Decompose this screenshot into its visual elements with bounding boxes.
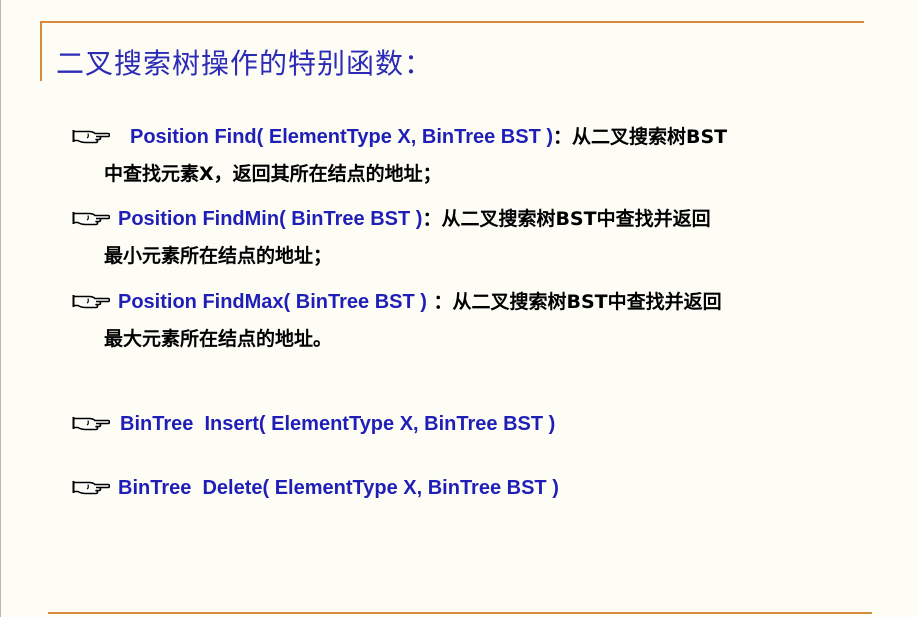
function-item-insert: BinTree Insert( ElementType X, BinTree B…: [72, 413, 852, 436]
pointing-hand-icon: [72, 479, 110, 495]
function-signature: BinTree Delete( ElementType X, BinTree B…: [118, 477, 559, 499]
title-accent-bar: [40, 21, 42, 81]
function-item-findmax: Position FindMax( BinTree BST ) ：从二叉搜索树B…: [72, 287, 852, 351]
function-signature: Position FindMax( BinTree BST ): [118, 291, 427, 313]
pointing-hand-icon: [72, 415, 110, 431]
slide-left-border: [0, 0, 1, 617]
footer-rule: [48, 612, 872, 614]
function-description-cont: 最小元素所在结点的地址；: [104, 245, 333, 267]
function-description: ：从二叉搜索树BST中查找并返回: [422, 208, 711, 230]
function-item-find: Position Find( ElementType X, BinTree BS…: [72, 122, 852, 186]
function-description: ：从二叉搜索树BST中查找并返回: [426, 291, 722, 313]
function-description: ：从二叉搜索树BST: [553, 126, 728, 148]
function-item-delete: BinTree Delete( ElementType X, BinTree B…: [72, 477, 852, 500]
title-top-rule: [40, 21, 864, 23]
slide-title: 二叉搜索树操作的特别函数：: [56, 47, 434, 80]
function-signature: BinTree Insert( ElementType X, BinTree B…: [120, 413, 556, 435]
function-description-cont: 中查找元素X，返回其所在结点的地址；: [104, 163, 442, 185]
function-signature: Position FindMin( BinTree BST ): [118, 208, 423, 230]
function-description-cont: 最大元素所在结点的地址。: [104, 328, 333, 350]
function-item-findmin: Position FindMin( BinTree BST )：从二叉搜索树BS…: [72, 204, 852, 268]
function-signature: Position Find( ElementType X, BinTree BS…: [130, 126, 554, 148]
pointing-hand-icon: [72, 128, 110, 144]
pointing-hand-icon: [72, 210, 110, 226]
pointing-hand-icon: [72, 293, 110, 309]
